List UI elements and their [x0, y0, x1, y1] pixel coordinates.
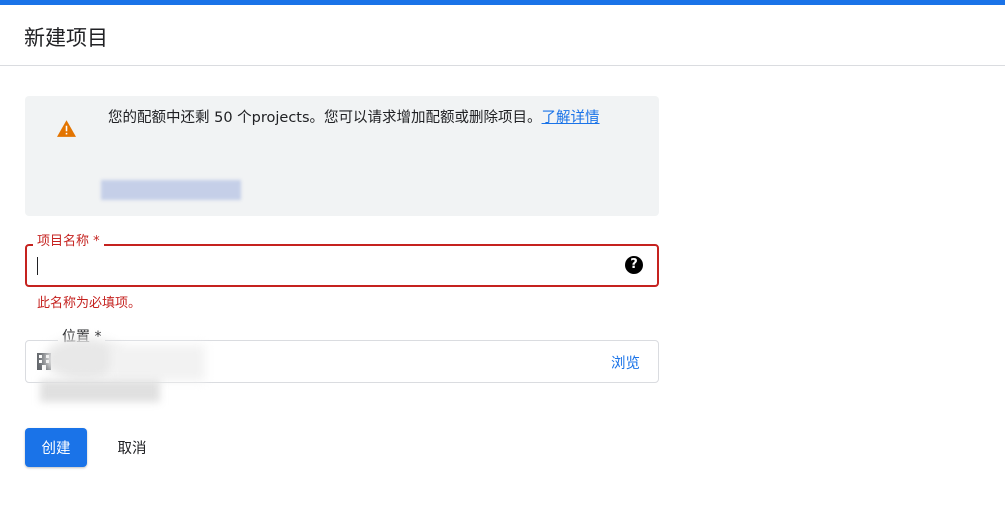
project-name-label: 项目名称 *	[33, 233, 104, 251]
text-cursor	[37, 257, 38, 275]
quota-warning-banner: 您的配额中还剩 50 个projects。您可以请求增加配额或删除项目。了解详情	[25, 96, 659, 216]
create-button[interactable]: 创建	[25, 428, 87, 467]
browse-button[interactable]: 浏览	[611, 352, 640, 373]
learn-more-link[interactable]: 了解详情	[542, 110, 600, 126]
quota-message-text: 您的配额中还剩 50 个projects。您可以请求增加配额或删除项目。	[108, 110, 542, 126]
redacted-location-hint	[40, 380, 160, 402]
redacted-location-value	[110, 345, 205, 381]
page-title: 新建项目	[24, 26, 108, 50]
help-icon[interactable]: ?	[625, 256, 643, 274]
warning-icon	[57, 120, 76, 137]
cancel-button[interactable]: 取消	[100, 428, 164, 467]
project-name-error: 此名称为必填项。	[37, 296, 142, 311]
project-name-input[interactable]: ?	[25, 244, 659, 287]
quota-message: 您的配额中还剩 50 个projects。您可以请求增加配额或删除项目。了解详情	[108, 106, 638, 131]
page-header: 新建项目	[0, 5, 1005, 66]
redacted-content	[101, 180, 241, 200]
